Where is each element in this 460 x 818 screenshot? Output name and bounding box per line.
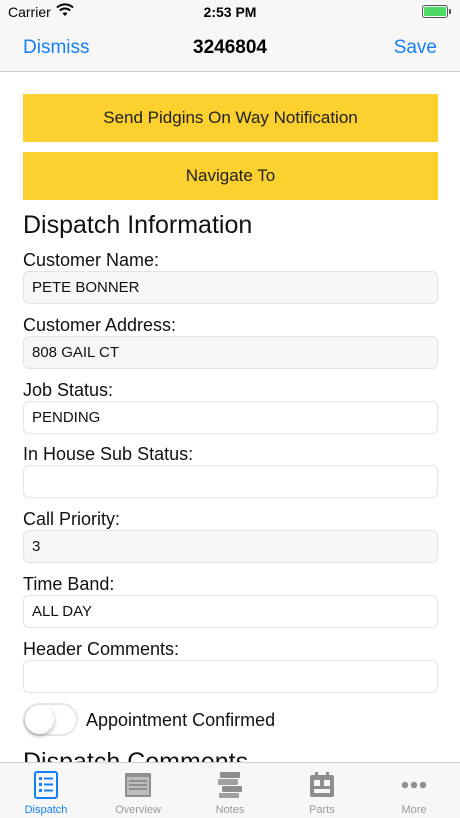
screen: Carrier 2:53 PM Dismiss 3246804 Save Sen… <box>0 0 460 818</box>
header-comments-field[interactable] <box>23 660 438 693</box>
send-notification-button[interactable]: Send Pidgins On Way Notification <box>23 94 438 142</box>
call-priority-field[interactable] <box>23 530 438 563</box>
dispatch-information-heading: Dispatch Information <box>23 211 253 239</box>
dispatch-comments-heading: Dispatch Comments <box>23 748 249 762</box>
save-button[interactable]: Save <box>394 37 437 59</box>
job-status-label: Job Status: <box>23 380 114 400</box>
tab-notes-label: Notes <box>215 804 245 816</box>
list-document-icon <box>34 771 58 799</box>
battery-nub <box>449 9 451 14</box>
tab-notes[interactable]: Notes <box>184 763 276 818</box>
in-house-sub-status-field[interactable] <box>23 465 438 498</box>
time-band-label: Time Band: <box>23 574 115 594</box>
dispatch-form[interactable]: Send Pidgins On Way Notification Navigat… <box>0 72 460 762</box>
appointment-confirmed-label: Appointment Confirmed <box>86 710 276 730</box>
appointment-confirmed-toggle[interactable] <box>23 703 78 736</box>
status-time: 2:53 PM <box>203 4 257 20</box>
call-priority-label: Call Priority: <box>23 509 121 529</box>
customer-name-field[interactable] <box>23 271 438 304</box>
in-house-sub-status-label: In House Sub Status: <box>23 444 194 464</box>
tab-more-label: More <box>401 804 427 816</box>
dismiss-button[interactable]: Dismiss <box>23 37 90 59</box>
navigate-to-button[interactable]: Navigate To <box>23 152 438 200</box>
parts-icon <box>310 772 334 797</box>
toggle-knob <box>25 705 54 734</box>
tab-overview[interactable]: Overview <box>92 763 184 818</box>
battery-level-fill <box>424 7 446 16</box>
tab-dispatch[interactable]: Dispatch <box>0 763 92 818</box>
tab-dispatch-label: Dispatch <box>24 804 68 816</box>
navigation-bar: Dismiss 3246804 Save <box>0 24 460 72</box>
time-band-field[interactable] <box>23 595 438 628</box>
tab-overview-label: Overview <box>115 804 161 816</box>
battery-icon <box>422 5 451 18</box>
tab-parts[interactable]: Parts <box>276 763 368 818</box>
job-status-field[interactable] <box>23 401 438 434</box>
overview-icon <box>125 773 151 797</box>
more-icon <box>401 781 427 789</box>
customer-address-field[interactable] <box>23 336 438 369</box>
status-bar: Carrier 2:53 PM <box>0 0 460 24</box>
tab-bar: Dispatch Overview Notes Parts More <box>0 762 460 818</box>
tab-more[interactable]: More <box>368 763 460 818</box>
customer-name-label: Customer Name: <box>23 250 160 270</box>
tab-parts-label: Parts <box>309 804 335 816</box>
customer-address-label: Customer Address: <box>23 315 177 335</box>
header-comments-label: Header Comments: <box>23 639 180 659</box>
notes-icon <box>218 772 242 798</box>
